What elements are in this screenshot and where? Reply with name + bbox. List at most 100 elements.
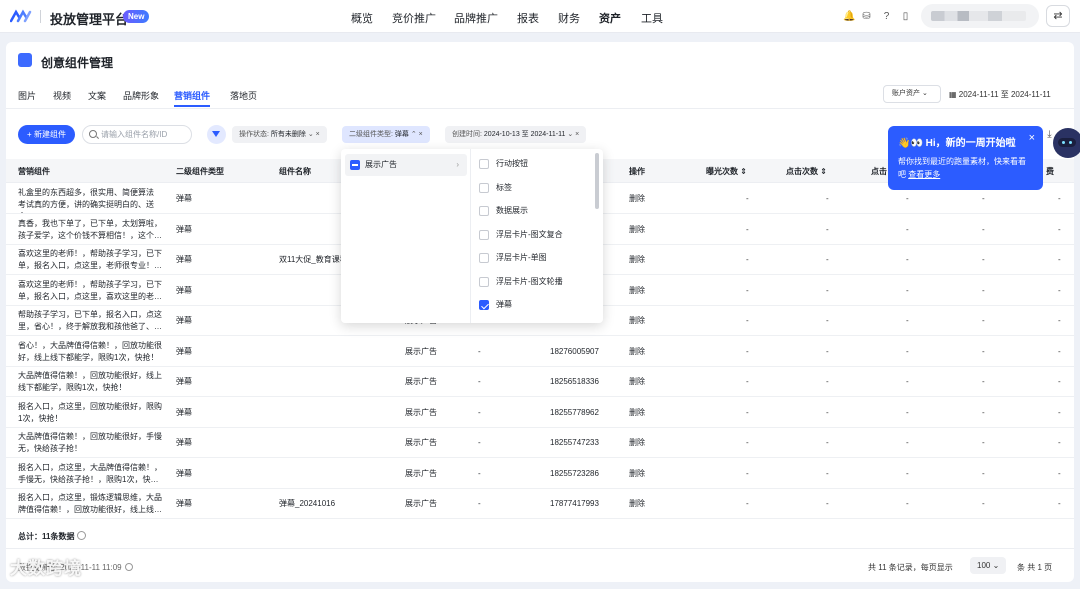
tab-brand-image[interactable]: 品牌形象 [123,89,159,102]
cell-metric: - [906,499,909,508]
nav-bidding[interactable]: 竞价推广 [392,10,436,26]
cell-subtype: 弹幕 [176,468,192,478]
cascader-scrollbar[interactable] [595,153,599,209]
help-icon[interactable]: ? [881,11,892,22]
nav-overview[interactable]: 概览 [351,10,373,26]
cell-metric: - [1058,438,1061,447]
col-subtype: 二级组件类型 [176,167,224,176]
tabs-divider [6,108,1074,109]
option-label: 数据展示 [496,206,528,215]
cell-metric: - [826,224,829,234]
tab-videos[interactable]: 视频 [53,89,71,102]
tip-title: 👋👀 Hi，新的一周开始啦 [898,138,1016,149]
table-row[interactable]: 报名入口，点这里，回放功能很好，限购1次，快抢！ 弹幕 展示广告 - 182557789… [6,397,1074,428]
col-click-rate[interactable]: 点击 [871,166,887,177]
delete-link[interactable]: 删除 [629,346,645,358]
table-row[interactable]: 报名入口，点这里，锻炼逻辑思维，大品牌值得信赖！，回放功能很好，线上线… 弹幕 弹幕… [6,489,1074,519]
delete-link[interactable]: 删除 [629,193,645,205]
cell-subtype: 弹幕 [176,377,192,386]
col-cost[interactable]: 费 [1046,166,1054,177]
cascader-option[interactable]: 行动按钮 [479,154,528,174]
filter-icon[interactable] [207,125,226,144]
cell-metric: - [982,377,985,386]
new-component-button[interactable]: + 新建组件 [18,125,75,144]
account-select[interactable]: 账户资产 ⌄ [883,85,941,103]
date-range-picker[interactable]: ▦ 2024-11-11 至 2024-11-11 [949,89,1051,100]
checkbox[interactable] [479,253,489,263]
indeterminate-checkbox[interactable] [350,160,360,170]
coins-icon[interactable]: ⛁ [861,11,872,22]
cell-subtype: 弹幕 [176,255,192,264]
cell-component-text: 报名入口，点这里，回放功能很好，限购1次，快抢！ [18,401,162,423]
delete-link[interactable]: 删除 [629,407,645,419]
nav-assets[interactable]: 资产 [599,10,621,26]
cell-metric: - [826,255,829,264]
cascader-option[interactable]: 数据展示 [479,201,528,221]
table-row[interactable]: 报名入口，点这里，大品牌值得信赖！，手慢无，快给孩子抢！，限购1次，快… 弹幕 展示… [6,458,1074,489]
chip-created-time[interactable]: 创建时间: 2024-10-13 至 2024-11-11 ⌄ × [445,126,587,143]
switch-icon[interactable]: ⇄ [1046,5,1070,27]
cell-name: 双11大促_教育课程 [279,255,348,264]
checkbox[interactable] [479,276,489,287]
checkbox[interactable] [479,206,489,216]
nav-brand[interactable]: 品牌推广 [454,10,498,26]
cell-component-text: 帮助孩子学习，已下单，报名入口，点这里，省心！，终于解放我和孩他爸了、… [18,310,162,331]
delete-link[interactable]: 删除 [629,498,645,510]
cell-subtype: 弹幕 [176,194,192,203]
cell-metric: - [906,224,909,234]
delete-link[interactable]: 删除 [629,437,645,449]
checkbox[interactable] [479,229,489,240]
chip-status[interactable]: 操作状态: 所有未删除 ⌄ × [232,126,327,143]
cell-metric: - [826,499,829,508]
search-input[interactable]: 请输入组件名称/ID [82,125,192,144]
tab-marketing-components[interactable]: 营销组件 [174,89,211,107]
nav-reports[interactable]: 报表 [517,10,539,26]
tip-link[interactable]: 查看更多 [908,170,940,179]
tab-images[interactable]: 图片 [18,89,36,102]
cascader-parent-display-ads[interactable]: 展示广告 › [345,154,467,176]
tab-landing-pages[interactable]: 落地页 [230,89,257,102]
col-impressions[interactable]: 曝光次数 ⇕ [706,166,747,177]
checkbox[interactable] [479,182,489,193]
chevron-right-icon: › [456,160,459,169]
delete-link[interactable]: 删除 [629,315,645,327]
checkbox[interactable] [479,159,489,169]
table-row[interactable]: 大品牌值得信赖！，回放功能很好，手慢无，快给孩子抢！ 弹幕 展示广告 - 1825574… [6,428,1074,458]
nav-finance[interactable]: 财务 [558,10,580,26]
nav-tools[interactable]: 工具 [641,10,663,26]
cell-metric: - [746,316,749,325]
cell-metric: - [906,377,909,386]
cascader-option[interactable]: 标签 [479,178,512,198]
cascader-option[interactable]: 浮层卡片-图文复合 [479,225,563,245]
delete-link[interactable]: 删除 [629,254,645,266]
refresh-icon[interactable] [124,563,133,571]
cell-component-text: 喜欢这里的老师！，帮助孩子学习，已下单，报名入口，点这里，喜欢这里的老… [18,279,162,301]
checkbox-checked[interactable] [479,300,489,310]
table-row[interactable]: 省心！，大品牌值得信赖！，回放功能很好，线上线下都能学，限购1次，快抢！ 弹幕 展示… [6,336,1074,367]
weekly-tip-popup: 👋👀 Hi，新的一周开始啦 × 帮你找到最近的跑量素材，快来看看吧 查看更多 [888,126,1043,190]
delete-link[interactable]: 删除 [629,468,645,480]
phone-icon[interactable]: ▯ [900,11,911,22]
cell-metric: - [826,407,829,417]
col-clicks[interactable]: 点击次数 ⇕ [786,166,827,177]
option-label: 弹幕 [496,300,512,309]
tip-body: 帮你找到最近的跑量素材，快来看看吧 查看更多 [898,157,1026,179]
delete-link[interactable]: 删除 [629,285,645,297]
bell-icon[interactable]: 🔔 [843,11,855,22]
cell-metric: - [982,499,985,508]
logo-icon[interactable] [10,9,34,23]
close-icon[interactable]: × [1029,133,1035,144]
delete-link[interactable]: 删除 [629,376,645,388]
table-row[interactable]: 大品牌值得信赖！，回放功能很好，线上线下都能学，限购1次，快抢！ 弹幕 展示广告 - 1… [6,367,1074,397]
cell-category: 展示广告 [405,407,437,417]
cell-metric: - [982,316,985,325]
page-size-select[interactable]: 100 ⌄ [970,557,1006,574]
tab-copy[interactable]: 文案 [88,89,106,102]
chip-subtype[interactable]: 二级组件类型: 弹幕 ⌃ × [342,126,430,143]
cascader-option[interactable]: 浮层卡片-图文轮播 [479,272,563,292]
assistant-robot-icon[interactable] [1053,128,1080,158]
user-menu[interactable] [921,4,1039,28]
cascader-option[interactable]: 浮层卡片-单图 [479,248,547,268]
delete-link[interactable]: 删除 [629,224,645,236]
cascader-option[interactable]: 弹幕 [479,295,512,315]
